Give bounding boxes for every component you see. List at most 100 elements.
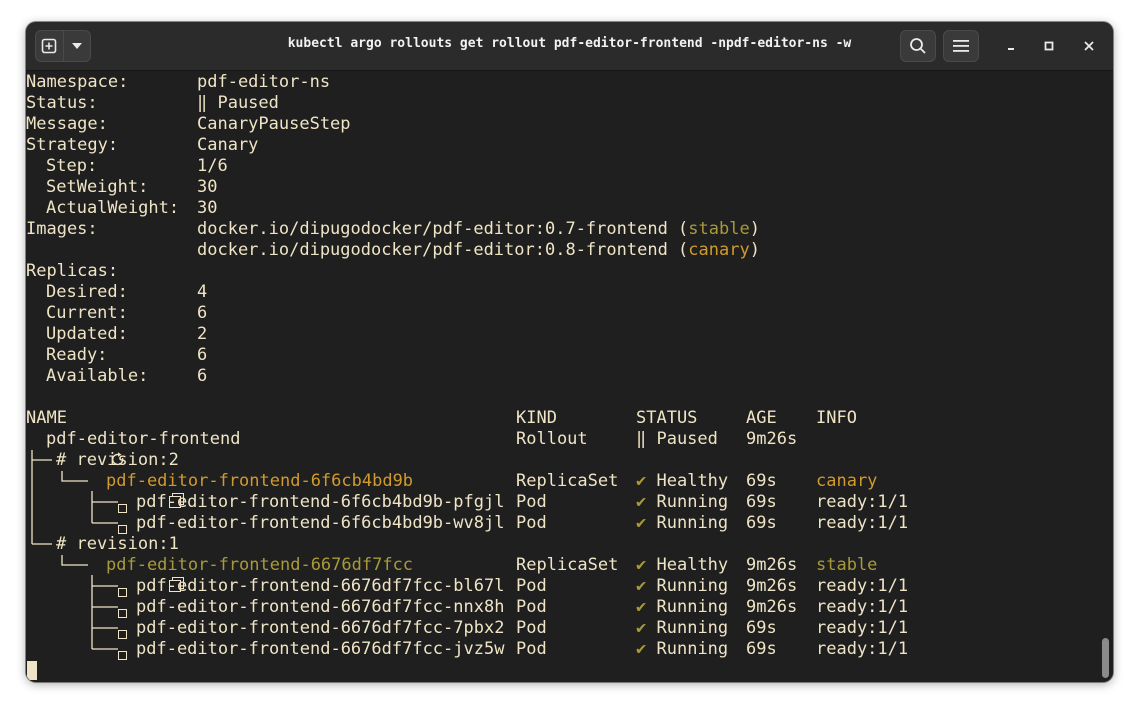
maximize-icon [1044,41,1054,51]
pod-name: pdf-editor-frontend-6f6cb4bd9b-wv8jl [136,513,505,533]
pod-name: pdf-editor-frontend-6676df7fcc-nnx8h [136,597,505,617]
step-line: Step: 1/6 [26,156,1113,177]
table-row: # revision:1 [26,534,1113,555]
table-row: pdf-editor-frontend Rollout ‖ Paused 9m2… [26,429,1113,466]
table-row: pdf-editor-frontend-6f6cb4bd9b ReplicaSe… [26,471,1113,508]
row-kind: Pod [516,597,547,617]
table-header: NAME KIND STATUS AGE INFO [26,408,1113,429]
actualweight-value: 30 [197,198,218,218]
strategy-value: Canary [197,135,259,155]
check-icon: ✔ [636,492,647,512]
status-text: Running [656,597,729,617]
status-text: Running [656,576,729,596]
search-icon [910,38,926,54]
row-kind: Pod [516,639,547,659]
row-age: 69s [746,618,777,638]
image1-value: docker.io/dipugodocker/pdf-editor:0.7-fr… [197,219,760,239]
scrollbar-thumb[interactable] [1102,638,1109,678]
row-info: ready:1/1 [816,492,909,512]
text-cursor [27,661,37,680]
minimize-button[interactable] [1001,36,1021,56]
image2-value: docker.io/dipugodocker/pdf-editor:0.8-fr… [197,240,760,260]
header-kind: KIND [516,408,557,428]
pod-name: pdf-editor-frontend-6676df7fcc-bl67l [136,576,505,596]
message-value: CanaryPauseStep [197,114,351,134]
message-line: Message: CanaryPauseStep [26,114,1113,135]
image1-tag: stable [688,219,750,239]
image1-name: docker.io/dipugodocker/pdf-editor:0.7-fr… [197,219,668,239]
image2-line: docker.io/dipugodocker/pdf-editor:0.8-fr… [26,240,1113,261]
row-status: ✔ Running [636,513,728,534]
search-button[interactable] [900,30,936,62]
row-status: ‖ Paused [636,429,718,449]
row-info: ready:1/1 [816,513,909,533]
row-kind: Pod [516,492,547,512]
status-text: Healthy [656,471,729,491]
row-info: ready:1/1 [816,618,909,638]
desired-line: Desired: 4 [26,282,1113,303]
row-status: ✔ Running [636,492,728,513]
replicaset-name: pdf-editor-frontend-6f6cb4bd9b [106,471,414,491]
ready-value: 6 [197,345,208,365]
updated-value: 2 [197,324,208,344]
updated-line: Updated: 2 [26,324,1113,345]
check-icon: ✔ [636,576,647,596]
row-age: 9m26s [746,597,798,617]
main-menu-button[interactable] [943,30,979,62]
row-status: ✔ Healthy [636,555,728,576]
desired-value: 4 [197,282,208,302]
image1-line: Images: docker.io/dipugodocker/pdf-edito… [26,219,1113,240]
table-row: pdf-editor-frontend-6676df7fcc-nnx8h Pod… [26,597,1113,618]
check-icon: ✔ [636,471,647,491]
status-text: Running [656,513,729,533]
table-row: # revision:2 [26,450,1113,471]
title-bar: kubectl argo rollouts get rollout pdf-ed… [26,22,1113,71]
replicas-line: Replicas: [26,261,1113,282]
header-info: INFO [816,408,857,428]
current-line: Current: 6 [26,303,1113,324]
minimize-icon [1008,48,1014,50]
row-age: 69s [746,471,777,491]
status-line: Status: ‖ Paused [26,93,1113,114]
terminal-window: kubectl argo rollouts get rollout pdf-ed… [26,22,1113,682]
row-info: ready:1/1 [816,576,909,596]
pod-name: pdf-editor-frontend-6676df7fcc-jvz5w [136,639,505,659]
table-row: pdf-editor-frontend-6f6cb4bd9b-wv8jl Pod… [26,513,1113,534]
available-value: 6 [197,366,208,386]
row-info: canary [816,471,878,491]
replicaset-name: pdf-editor-frontend-6676df7fcc [106,555,414,575]
table-row: pdf-editor-frontend-6676df7fcc-jvz5w Pod… [26,639,1113,660]
row-kind: Rollout [516,429,588,449]
status-value: ‖ Paused [197,93,279,113]
row-age: 69s [746,513,777,533]
terminal-output[interactable]: Namespace: pdf-editor-ns Status: ‖ Pause… [26,71,1113,682]
row-kind: ReplicaSet [516,555,619,575]
row-info: stable [816,555,878,575]
setweight-line: SetWeight: 30 [26,177,1113,198]
strategy-line: Strategy: Canary [26,135,1113,156]
actualweight-line: ActualWeight: 30 [26,198,1113,219]
header-age: AGE [746,408,777,428]
status-text: Healthy [656,555,729,575]
table-row: pdf-editor-frontend-6676df7fcc-7pbx2 Pod… [26,618,1113,639]
row-age: 69s [746,639,777,659]
header-status: STATUS [636,408,698,428]
row-kind: ReplicaSet [516,471,619,491]
image2-name: docker.io/dipugodocker/pdf-editor:0.8-fr… [197,240,668,260]
row-age: 9m26s [746,429,798,449]
row-kind: Pod [516,513,547,533]
status-text: Running [656,492,729,512]
row-kind: Pod [516,576,547,596]
maximize-button[interactable] [1039,36,1059,56]
row-age: 69s [746,492,777,512]
row-status: ✔ Running [636,639,728,660]
pod-name: pdf-editor-frontend-6676df7fcc-7pbx2 [136,618,505,638]
row-status: ✔ Running [636,597,728,618]
image2-tag: canary [688,240,750,260]
tree-connectors [31,450,118,650]
row-kind: Pod [516,618,547,638]
namespace-value: pdf-editor-ns [197,72,331,92]
close-button[interactable] [1079,36,1099,56]
row-status: ✔ Running [636,618,728,639]
